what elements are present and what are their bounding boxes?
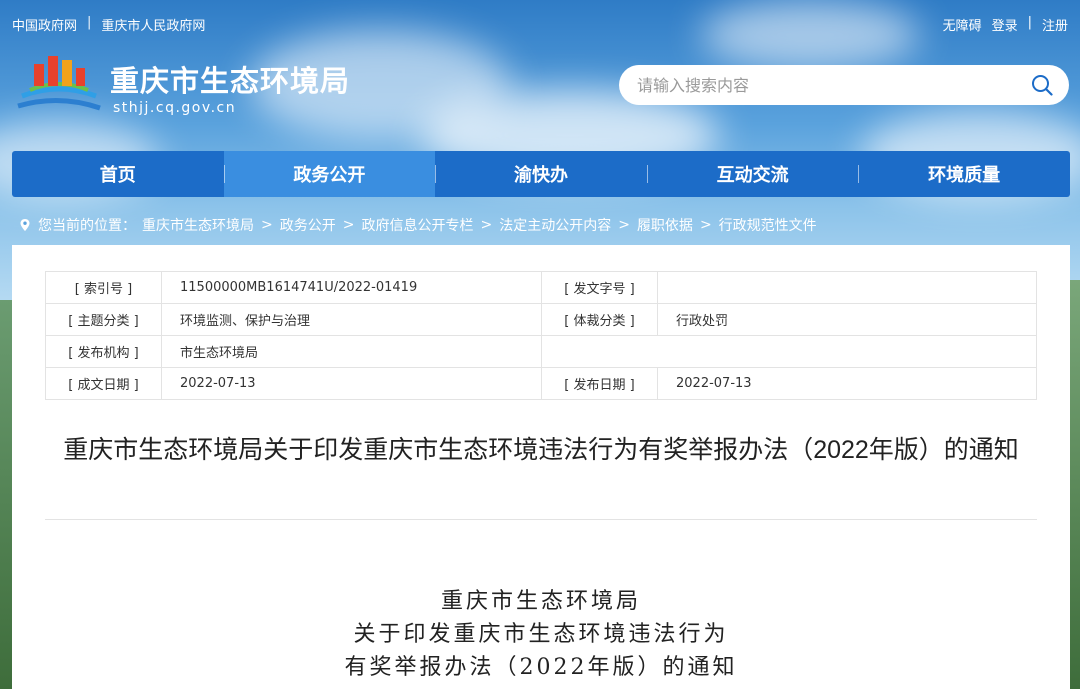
- topic-value: 环境监测、保护与治理: [161, 303, 542, 336]
- site-domain: sthjj.cq.gov.cn: [113, 100, 237, 116]
- document-title: 重庆市生态环境局关于印发重庆市生态环境违法行为有奖举报办法（2022年版）的通知: [63, 436, 1019, 464]
- login-link[interactable]: 登录: [992, 15, 1018, 34]
- nav-item-home[interactable]: 首页: [12, 151, 224, 197]
- top-link-gov[interactable]: 中国政府网: [12, 15, 77, 34]
- nav-item-gov-affairs[interactable]: 政务公开: [223, 151, 436, 197]
- title-divider: [45, 519, 1037, 520]
- breadcrumb-prefix: 您当前的位置：: [38, 218, 136, 234]
- breadcrumb-item[interactable]: 法定主动公开内容: [499, 215, 611, 235]
- breadcrumb-item[interactable]: 政府信息公开专栏: [361, 215, 473, 235]
- genre-label: [ 体裁分类 ]: [541, 303, 658, 336]
- issuer-label: [ 发布机构 ]: [45, 335, 162, 368]
- breadcrumb-item[interactable]: 履职依据: [637, 215, 693, 235]
- index-label: [ 索引号 ]: [45, 271, 162, 304]
- breadcrumb-item[interactable]: 政务公开: [280, 215, 336, 235]
- empty-cell: [541, 335, 1037, 368]
- table-row: [ 主题分类 ] 环境监测、保护与治理 [ 体裁分类 ] 行政处罚: [45, 303, 1037, 336]
- background-greenery: [1070, 280, 1080, 689]
- background-cloud: [700, 0, 920, 70]
- genre-value: 行政处罚: [657, 303, 1037, 336]
- table-row: [ 索引号 ] 11500000MB1614741U/2022-01419 [ …: [45, 271, 1037, 304]
- table-row: [ 成文日期 ] 2022-07-13 [ 发布日期 ] 2022-07-13: [45, 367, 1037, 400]
- search-input[interactable]: [637, 75, 1007, 95]
- breadcrumb-separator: >: [342, 217, 355, 233]
- breadcrumb-separator: >: [699, 217, 712, 233]
- table-row: [ 发布机构 ] 市生态环境局: [45, 335, 1037, 368]
- breadcrumb-separator: >: [480, 217, 493, 233]
- nav-item-interaction[interactable]: 互动交流: [646, 151, 859, 197]
- register-link[interactable]: 注册: [1042, 15, 1068, 34]
- top-links: 中国政府网 | 重庆市人民政府网: [12, 15, 205, 34]
- published-date-value: 2022-07-13: [657, 367, 1037, 400]
- created-date-value: 2022-07-13: [161, 367, 542, 400]
- breadcrumb-item[interactable]: 行政规范性文件: [719, 215, 817, 235]
- issuer-value: 市生态环境局: [161, 335, 542, 368]
- site-name[interactable]: 重庆市生态环境局: [110, 58, 350, 100]
- created-date-label: [ 成文日期 ]: [45, 367, 162, 400]
- search-icon[interactable]: [1031, 74, 1053, 96]
- document-meta-table: [ 索引号 ] 11500000MB1614741U/2022-01419 [ …: [45, 271, 1037, 400]
- user-link-separator: |: [1027, 15, 1032, 30]
- site-logo[interactable]: [16, 50, 102, 116]
- top-link-cq-gov[interactable]: 重庆市人民政府网: [101, 15, 205, 34]
- breadcrumb-separator: >: [618, 217, 630, 233]
- main-nav: 首页 政务公开 渝快办 互动交流 环境质量: [12, 151, 1070, 197]
- document-heading-line: 重庆市生态环境局: [440, 589, 641, 614]
- breadcrumb-item[interactable]: 重庆市生态环境局: [142, 215, 254, 235]
- doc-number-label: [ 发文字号 ]: [541, 271, 658, 304]
- doc-number-value: [657, 271, 1037, 304]
- nav-item-env-quality[interactable]: 环境质量: [858, 151, 1070, 197]
- top-link-separator: |: [87, 15, 92, 30]
- document-heading: 重庆市生态环境局 关于印发重庆市生态环境违法行为 有奖举报办法（2022年版）的…: [12, 585, 1070, 684]
- topic-label: [ 主题分类 ]: [45, 303, 162, 336]
- content-panel: [ 索引号 ] 11500000MB1614741U/2022-01419 [ …: [12, 245, 1070, 689]
- document-heading-line: 有奖举报办法（2022年版）的通知: [344, 655, 738, 680]
- nav-item-yukuaiban[interactable]: 渝快办: [435, 151, 647, 197]
- index-value: 11500000MB1614741U/2022-01419: [161, 271, 542, 304]
- breadcrumb-separator: >: [261, 217, 273, 233]
- breadcrumb: 您当前的位置： 重庆市生态环境局 > 政务公开 > 政府信息公开专栏 > 法定主…: [18, 215, 817, 235]
- published-date-label: [ 发布日期 ]: [541, 367, 658, 400]
- search-box: [619, 65, 1069, 105]
- document-heading-line: 关于印发重庆市生态环境违法行为: [353, 622, 729, 647]
- user-links: 无障碍 登录 | 注册: [943, 15, 1068, 34]
- accessibility-link[interactable]: 无障碍: [943, 15, 982, 34]
- location-pin-icon: [20, 219, 30, 231]
